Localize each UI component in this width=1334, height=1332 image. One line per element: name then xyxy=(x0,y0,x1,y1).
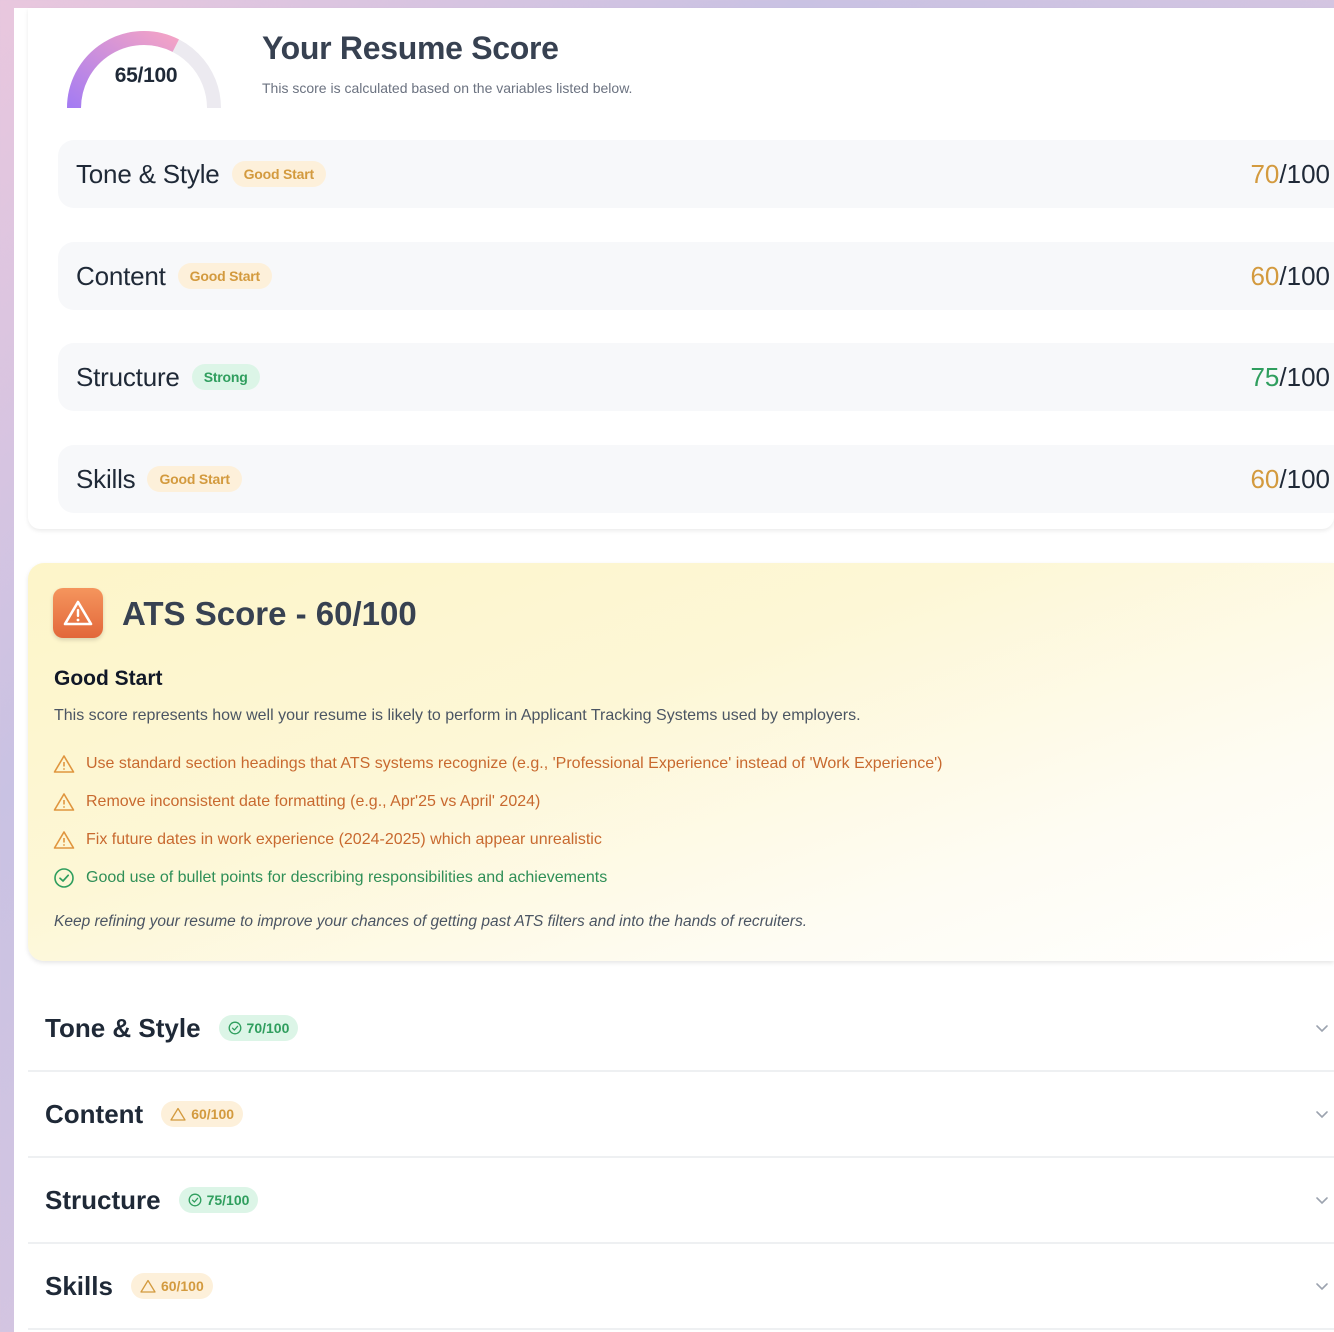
warning-icon xyxy=(140,1279,156,1293)
ats-tip: Fix future dates in work experience (202… xyxy=(52,821,943,859)
ats-tip-text: Fix future dates in work experience (202… xyxy=(86,831,602,848)
accordion-skills[interactable]: Skills 60/100 xyxy=(28,1244,1334,1330)
score-max: /100 xyxy=(1279,361,1330,392)
category-name: Structure xyxy=(76,361,180,392)
chevron-down-icon[interactable] xyxy=(1314,1278,1330,1294)
chevron-down-icon[interactable] xyxy=(1314,1106,1330,1122)
accordion-title: Skills xyxy=(45,1270,113,1301)
accordion-structure[interactable]: Structure 75/100 xyxy=(28,1158,1334,1244)
ats-subtitle: Good Start xyxy=(54,667,163,690)
resume-score-card: 65/100 Your Resume Score This score is c… xyxy=(28,8,1334,529)
ats-description: This score represents how well your resu… xyxy=(54,707,861,724)
ats-score-card: ATS Score - 60/100 Good Start This score… xyxy=(28,563,1334,961)
ats-tip: Good use of bullet points for describing… xyxy=(52,859,943,897)
category-row-skills: Skills Good Start 60/100 xyxy=(58,445,1334,513)
category-row-structure: Structure Strong 75/100 xyxy=(58,343,1334,411)
score-value: 70 xyxy=(1250,158,1280,189)
score-badge: 60/100 xyxy=(130,1273,213,1299)
category-score: 70/100 xyxy=(1250,159,1330,190)
score-value: 60 xyxy=(1250,463,1280,494)
accordion-content[interactable]: Content 60/100 xyxy=(28,1072,1334,1158)
check-circle-icon xyxy=(228,1021,241,1035)
page: 65/100 Your Resume Score This score is c… xyxy=(14,8,1334,1332)
check-circle-icon xyxy=(52,866,76,890)
category-score: 60/100 xyxy=(1250,261,1330,292)
score-value: 75 xyxy=(1250,361,1280,392)
accordion-tone-style[interactable]: Tone & Style 70/100 xyxy=(28,986,1334,1072)
warning-icon xyxy=(52,752,76,776)
score-badge-text: 60/100 xyxy=(160,1278,204,1294)
score-badge: 60/100 xyxy=(161,1101,244,1127)
ats-tip: Remove inconsistent date formatting (e.g… xyxy=(52,783,943,821)
ats-tip: Use standard section headings that ATS s… xyxy=(52,745,943,783)
ats-tips-list: Use standard section headings that ATS s… xyxy=(52,745,943,897)
page-subtitle: This score is calculated based on the va… xyxy=(262,80,633,96)
score-value: 60 xyxy=(1250,260,1280,291)
accordion-title: Tone & Style xyxy=(45,1012,201,1043)
score-max: /100 xyxy=(1279,260,1330,291)
score-badge-text: 70/100 xyxy=(246,1020,290,1036)
status-badge: Strong xyxy=(191,364,260,390)
score-max: /100 xyxy=(1279,158,1330,189)
ats-tip-text: Good use of bullet points for describing… xyxy=(86,869,608,886)
accordion-title: Structure xyxy=(45,1184,161,1215)
score-badge: 75/100 xyxy=(178,1187,259,1213)
score-max: /100 xyxy=(1279,463,1330,494)
status-badge: Good Start xyxy=(147,466,242,492)
ats-title: ATS Score - 60/100 xyxy=(122,595,417,632)
page-title: Your Resume Score xyxy=(262,30,559,66)
chevron-down-icon[interactable] xyxy=(1314,1192,1330,1208)
warning-icon xyxy=(170,1107,186,1121)
ats-tip-text: Use standard section headings that ATS s… xyxy=(86,755,943,772)
status-badge: Good Start xyxy=(177,263,273,289)
category-name: Content xyxy=(76,260,166,291)
category-score: 75/100 xyxy=(1250,362,1330,393)
chevron-down-icon[interactable] xyxy=(1314,1020,1330,1036)
warning-icon xyxy=(52,828,76,852)
ats-tip-text: Remove inconsistent date formatting (e.g… xyxy=(86,793,541,810)
score-badge-text: 75/100 xyxy=(206,1192,250,1208)
category-score: 60/100 xyxy=(1250,464,1330,495)
accordion-title: Content xyxy=(45,1098,144,1129)
check-circle-icon xyxy=(188,1193,202,1207)
score-badge: 70/100 xyxy=(218,1015,299,1041)
ats-warning-icon xyxy=(53,588,103,638)
category-name: Skills xyxy=(76,463,136,494)
status-badge: Good Start xyxy=(231,161,326,187)
ats-footer-note: Keep refining your resume to improve you… xyxy=(54,913,807,930)
category-row-content: Content Good Start 60/100 xyxy=(58,242,1334,310)
warning-icon xyxy=(52,790,76,814)
category-name: Tone & Style xyxy=(76,158,220,189)
score-badge-text: 60/100 xyxy=(191,1106,235,1122)
overall-score: 65/100 xyxy=(114,64,178,87)
category-row-tone-style: Tone & Style Good Start 70/100 xyxy=(58,140,1334,208)
